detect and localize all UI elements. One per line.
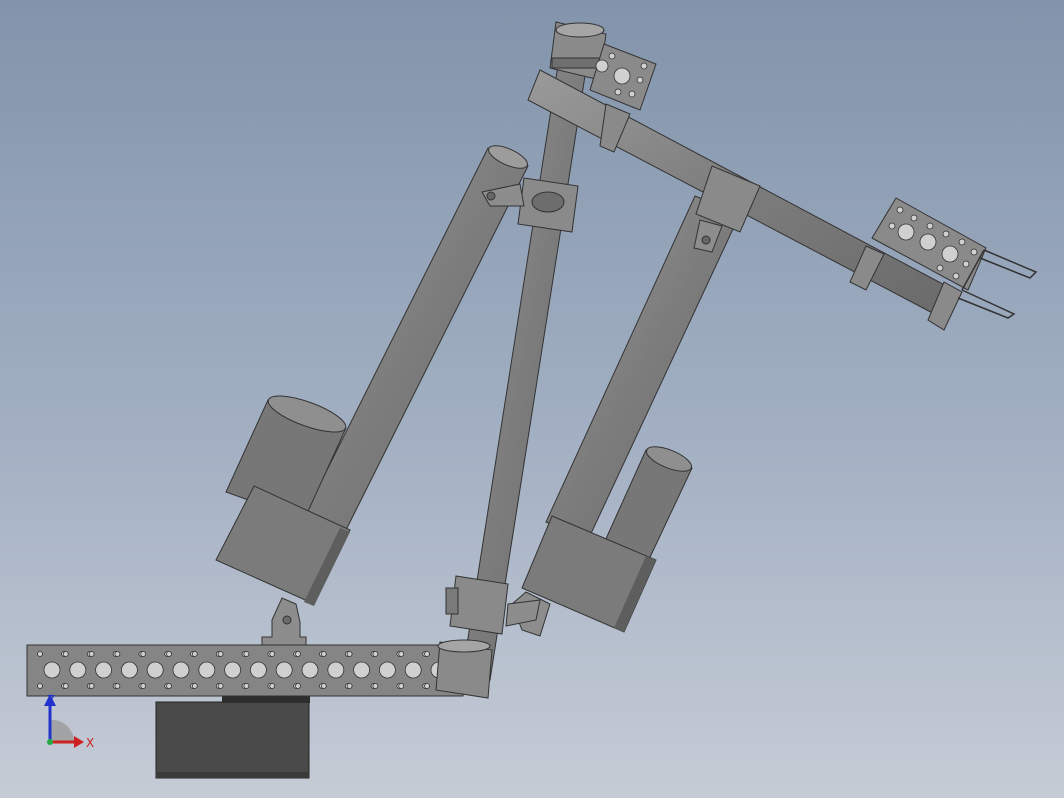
base-plate-small-hole — [295, 683, 301, 689]
base-plate-small-hole — [243, 683, 250, 689]
base-plate-small-hole — [320, 651, 327, 657]
base-plate-small-hole — [62, 683, 69, 689]
base-plate-large-hole — [275, 661, 293, 679]
bracket-hole — [888, 222, 896, 230]
base-plate-small-hole — [88, 683, 95, 689]
bracket-hole — [613, 67, 631, 85]
bracket-hole — [614, 88, 622, 96]
base-plate-small-hole — [114, 683, 121, 689]
base-plate-large-hole — [224, 661, 242, 679]
base-plate-small-hole — [269, 651, 276, 657]
bracket-hole — [896, 206, 904, 214]
bracket-hole — [962, 260, 970, 268]
bracket-hole — [919, 233, 937, 251]
base-plate-small-hole — [346, 683, 353, 689]
base-plate-small-hole — [320, 683, 327, 689]
left-pivot-mount — [261, 597, 307, 646]
base-plate-large-hole — [69, 661, 87, 679]
bracket-hole — [608, 52, 616, 60]
base-plate-small-hole — [62, 651, 69, 657]
bottom-clamp-lower — [435, 639, 493, 699]
bracket-hole — [952, 272, 960, 280]
base-plate-small-hole — [424, 683, 430, 689]
bracket-hole — [636, 76, 644, 84]
base-plate-small-hole — [372, 651, 379, 657]
base-plate-small-hole — [140, 651, 147, 657]
base-plate-large-hole — [172, 661, 190, 679]
base-plate-small-hole — [346, 651, 353, 657]
base-plate-small-hole — [243, 651, 250, 657]
base-plate — [26, 644, 464, 697]
bracket-hole — [640, 62, 648, 70]
base-plate-small-hole — [295, 651, 301, 657]
x-axis-label: X — [86, 736, 94, 750]
base-plate-large-hole — [95, 661, 112, 679]
base-plate-small-hole — [217, 683, 224, 689]
base-plate-small-hole — [37, 651, 43, 657]
base-plate-small-hole — [398, 651, 405, 657]
base-plate-small-hole — [166, 683, 172, 689]
base-plate-small-hole — [424, 651, 430, 657]
bracket-hole — [936, 264, 944, 272]
z-axis-label: Z — [47, 693, 55, 707]
origin-dot — [47, 739, 53, 745]
bracket-hole — [942, 230, 950, 238]
base-plate-large-hole — [327, 661, 345, 679]
bracket-hole — [595, 59, 609, 73]
bracket-hole — [958, 238, 966, 246]
base-plate-small-hole — [269, 683, 276, 689]
base-plate-small-hole — [166, 651, 172, 657]
bracket-hole — [910, 214, 918, 222]
base-plate-small-hole — [217, 651, 224, 657]
base-plate-small-hole — [398, 683, 405, 689]
axis-triad: Z X — [44, 693, 94, 750]
base-plate-large-hole — [301, 661, 319, 679]
base-plate-large-hole — [198, 661, 216, 679]
base-plate-large-hole — [146, 661, 164, 679]
left-actuator — [215, 145, 529, 606]
base-plate-small-hole — [37, 683, 43, 689]
bracket-hole — [897, 223, 915, 241]
base-plate-small-hole — [191, 651, 198, 657]
motor-box — [155, 696, 310, 779]
base-plate-large-hole — [249, 661, 267, 679]
base-plate-large-hole — [404, 661, 422, 679]
bracket-hole — [970, 248, 978, 256]
base-plate-small-hole — [114, 651, 121, 657]
cad-assembly-model[interactable] — [0, 0, 1064, 798]
base-plate-small-hole — [88, 651, 95, 657]
base-plate-large-hole — [378, 661, 396, 679]
base-plate-large-hole — [353, 661, 371, 679]
bracket-hole — [941, 245, 959, 263]
bracket-hole — [926, 222, 934, 230]
base-plate-small-hole — [372, 683, 379, 689]
base-plate-large-hole — [120, 661, 138, 679]
base-plate-small-hole — [191, 683, 198, 689]
x-axis-head — [74, 736, 84, 748]
base-plate-small-hole — [140, 683, 147, 689]
bracket-hole — [628, 90, 636, 98]
base-plate-large-hole — [43, 661, 61, 679]
cad-viewport[interactable]: Z X — [0, 0, 1064, 798]
triad-plane — [50, 719, 75, 742]
